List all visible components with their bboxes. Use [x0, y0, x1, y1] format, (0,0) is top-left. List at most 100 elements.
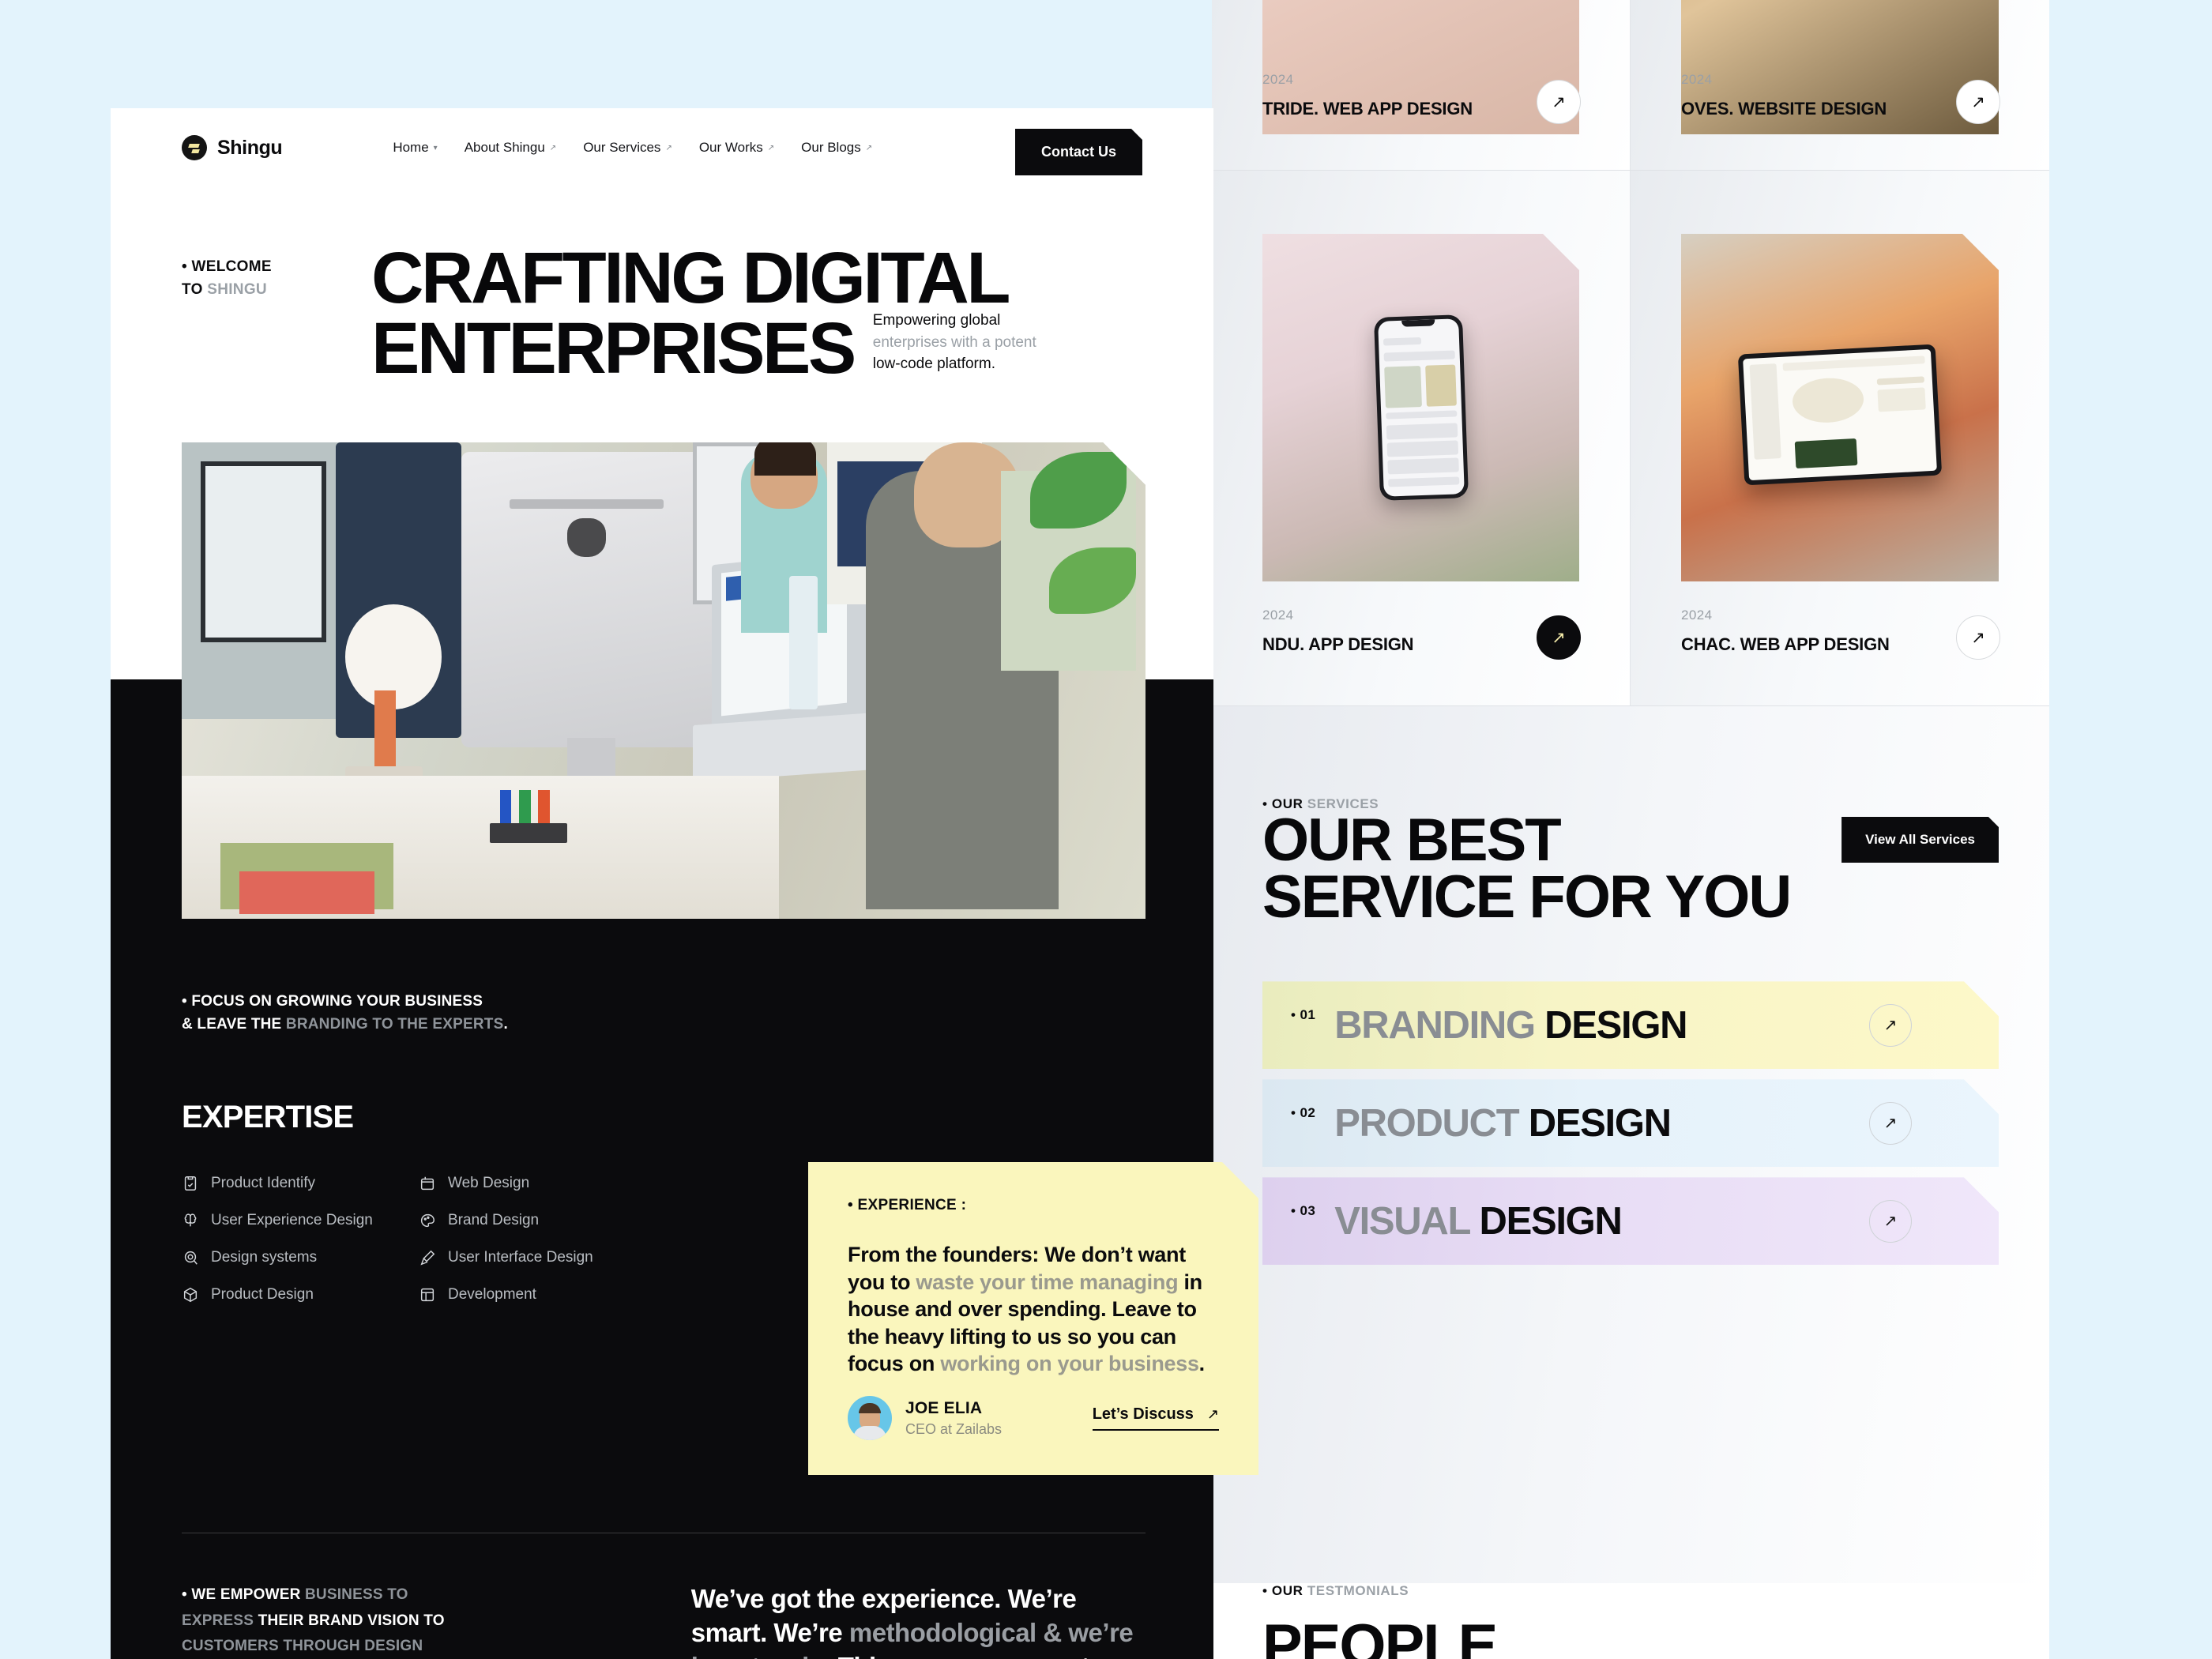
- phone-mockup: [1373, 314, 1468, 501]
- browser-icon: [420, 1176, 434, 1190]
- arrow-up-right-icon[interactable]: ↗: [1869, 1004, 1912, 1047]
- palette-icon: [421, 1213, 434, 1227]
- quote-footer: JOE ELIA CEO at Zailabs Let’s Discuss ↗: [848, 1396, 1219, 1440]
- expertise-item-brand-design[interactable]: Brand Design: [419, 1212, 656, 1229]
- empower-headline: We’ve got the experience. We’re smart. W…: [690, 1584, 1134, 1659]
- chevron-down-icon: ▾: [433, 143, 438, 152]
- contact-us-button[interactable]: Contact Us: [1015, 129, 1142, 175]
- arrow-up-right-icon: ↗: [865, 143, 873, 152]
- work-year: 2024: [1681, 608, 1713, 623]
- work-meta: 2024 CHAC. WEB APP DESIGN: [1681, 608, 1890, 655]
- brand-name: Shingu: [217, 136, 283, 159]
- work-year: 2024: [1681, 72, 1713, 87]
- expertise-heading: EXPERTISE: [182, 1099, 354, 1134]
- arrow-up-right-icon[interactable]: ↗: [1537, 80, 1581, 124]
- expertise-item-development[interactable]: Development: [419, 1286, 656, 1304]
- service-row-visual-design[interactable]: • 03 VISUAL DESIGN ↗: [1262, 1177, 1999, 1265]
- arrow-up-right-icon: ↗: [1206, 1406, 1219, 1422]
- expertise-item-user-experience-design[interactable]: User Experience Design: [182, 1212, 419, 1229]
- left-panel: Shingu Home ▾ About Shingu ↗ Our Services ↗…: [111, 108, 1213, 1659]
- service-name: PRODUCT DESIGN: [1334, 1101, 1671, 1145]
- nav-item-our-works[interactable]: Our Works ↗: [699, 140, 774, 156]
- cube-icon: [183, 1287, 198, 1302]
- quote-kicker: • EXPERIENCE :: [848, 1197, 967, 1213]
- hero-image: [182, 442, 1146, 919]
- arrow-up-right-icon: ↗: [767, 143, 775, 152]
- work-card-oves[interactable]: 2024 OVES. WEBSITE DESIGN ↗: [1631, 0, 2049, 171]
- testimonials-eyebrow: • OUR TESTMONIALS: [1262, 1583, 1409, 1598]
- author-role: CEO at Zailabs: [905, 1420, 1003, 1437]
- works-grid: 2024 TRIDE. WEB APP DESIGN ↗ 2024 OVES. …: [1212, 0, 2049, 706]
- welcome-line-1: • WELCOME: [182, 258, 272, 275]
- hero-title: CRAFTING DIGITAL ENTERPRISES Empowering …: [371, 242, 1055, 385]
- expertise-item-product-identify[interactable]: Product Identify: [182, 1175, 419, 1192]
- expertise-item-design-systems[interactable]: Design systems: [182, 1249, 419, 1266]
- focus-kicker: • FOCUS ON GROWING YOUR BUSINESS & LEAVE…: [182, 993, 508, 1033]
- experience-quote-card: • EXPERIENCE : From the founders: We don…: [808, 1162, 1258, 1475]
- service-number: • 01: [1291, 1007, 1316, 1023]
- work-title: NDU. APP DESIGN: [1262, 634, 1414, 654]
- service-number: • 02: [1291, 1105, 1316, 1121]
- nav-item-our-services[interactable]: Our Services ↗: [583, 140, 672, 156]
- testimonials-title: PEOPLE: [1262, 1612, 1498, 1659]
- page-root: 2024 TRIDE. WEB APP DESIGN ↗ 2024 OVES. …: [0, 0, 2212, 1659]
- work-meta: 2024 TRIDE. WEB APP DESIGN: [1262, 72, 1473, 119]
- expertise-item-web-design[interactable]: Web Design: [419, 1175, 656, 1192]
- brush-icon: [420, 1250, 435, 1266]
- nav-item-about-shingu[interactable]: About Shingu ↗: [465, 140, 556, 156]
- work-meta: 2024 NDU. APP DESIGN: [1262, 608, 1414, 655]
- welcome-line-2: TO SHINGU: [182, 281, 267, 299]
- arrow-up-right-icon[interactable]: ↗: [1869, 1102, 1912, 1145]
- services-section: • OUR SERVICES OUR BEST SERVICE FOR YOU …: [1212, 706, 2049, 1583]
- service-row-branding-design[interactable]: • 01 BRANDING DESIGN ↗: [1262, 981, 1999, 1069]
- right-panel: 2024 TRIDE. WEB APP DESIGN ↗ 2024 OVES. …: [1212, 0, 2049, 1659]
- lets-discuss-link[interactable]: Let’s Discuss ↗: [1093, 1405, 1219, 1431]
- view-all-services-button[interactable]: View All Services: [1841, 817, 1999, 863]
- clipboard-check-icon: [184, 1176, 197, 1191]
- shingu-logo-icon: [182, 135, 207, 160]
- work-thumbnail: [1681, 234, 1999, 581]
- work-meta: 2024 OVES. WEBSITE DESIGN: [1681, 72, 1887, 119]
- avatar: [848, 1396, 892, 1440]
- work-year: 2024: [1262, 72, 1294, 87]
- author-name: JOE ELIA: [905, 1398, 983, 1417]
- arrow-up-right-icon: ↗: [549, 143, 557, 152]
- service-number: • 03: [1291, 1203, 1316, 1219]
- arrow-up-right-icon: ↗: [665, 143, 672, 152]
- work-year: 2024: [1262, 608, 1294, 623]
- service-row-product-design[interactable]: • 02 PRODUCT DESIGN ↗: [1262, 1079, 1999, 1167]
- nav-links: Home ▾ About Shingu ↗ Our Services ↗ Our Wo…: [393, 140, 872, 156]
- hero-subtitle: Empowering global enterprises with a pot…: [872, 312, 1036, 373]
- brain-icon: [184, 1213, 197, 1227]
- layout-icon: [420, 1288, 434, 1301]
- work-title: OVES. WEBSITE DESIGN: [1681, 99, 1887, 118]
- work-card-chac[interactable]: 2024 CHAC. WEB APP DESIGN ↗: [1631, 171, 2049, 706]
- hero: • WELCOME TO SHINGU CRAFTING DIGITAL ENT…: [182, 242, 1146, 385]
- target-icon: [184, 1251, 198, 1265]
- arrow-up-right-icon[interactable]: ↗: [1869, 1200, 1912, 1243]
- hero-welcome: • WELCOME TO SHINGU: [182, 247, 371, 380]
- service-name: BRANDING DESIGN: [1334, 1003, 1687, 1047]
- services-title: OUR BEST SERVICE FOR YOU: [1262, 807, 1792, 931]
- brand-logo[interactable]: Shingu: [182, 135, 283, 160]
- quote-author: JOE ELIA CEO at Zailabs: [905, 1399, 1002, 1438]
- arrow-up-right-icon[interactable]: ↗: [1956, 615, 2000, 660]
- work-card-ndu[interactable]: 2024 NDU. APP DESIGN ↗: [1212, 171, 1631, 706]
- expertise-item-product-design[interactable]: Product Design: [182, 1286, 419, 1304]
- work-title: CHAC. WEB APP DESIGN: [1681, 634, 1890, 654]
- work-thumbnail: [1262, 234, 1579, 581]
- main-navigation: Shingu Home ▾ About Shingu ↗ Our Services ↗…: [111, 108, 1213, 187]
- service-name: VISUAL DESIGN: [1334, 1199, 1622, 1243]
- quote-body: From the founders: We don’t want you to …: [848, 1243, 1205, 1376]
- office-scene: [182, 442, 1146, 919]
- expertise-item-user-interface-design[interactable]: User Interface Design: [419, 1249, 656, 1266]
- testimonials-section: • OUR TESTMONIALS PEOPLE: [1212, 1583, 2049, 1659]
- services-rows: • 01 BRANDING DESIGN ↗ • 02 PRODUCT DESI…: [1262, 981, 1999, 1265]
- empower-kicker: • WE EMPOWER BUSINESS TO EXPRESS THEIR B…: [182, 1586, 445, 1655]
- arrow-up-right-icon[interactable]: ↗: [1956, 80, 2000, 124]
- arrow-up-right-icon[interactable]: ↗: [1537, 615, 1581, 660]
- tablet-mockup: [1738, 344, 1942, 485]
- work-card-tride[interactable]: 2024 TRIDE. WEB APP DESIGN ↗: [1212, 0, 1631, 171]
- nav-item-our-blogs[interactable]: Our Blogs ↗: [801, 140, 872, 156]
- nav-item-home[interactable]: Home ▾: [393, 140, 437, 156]
